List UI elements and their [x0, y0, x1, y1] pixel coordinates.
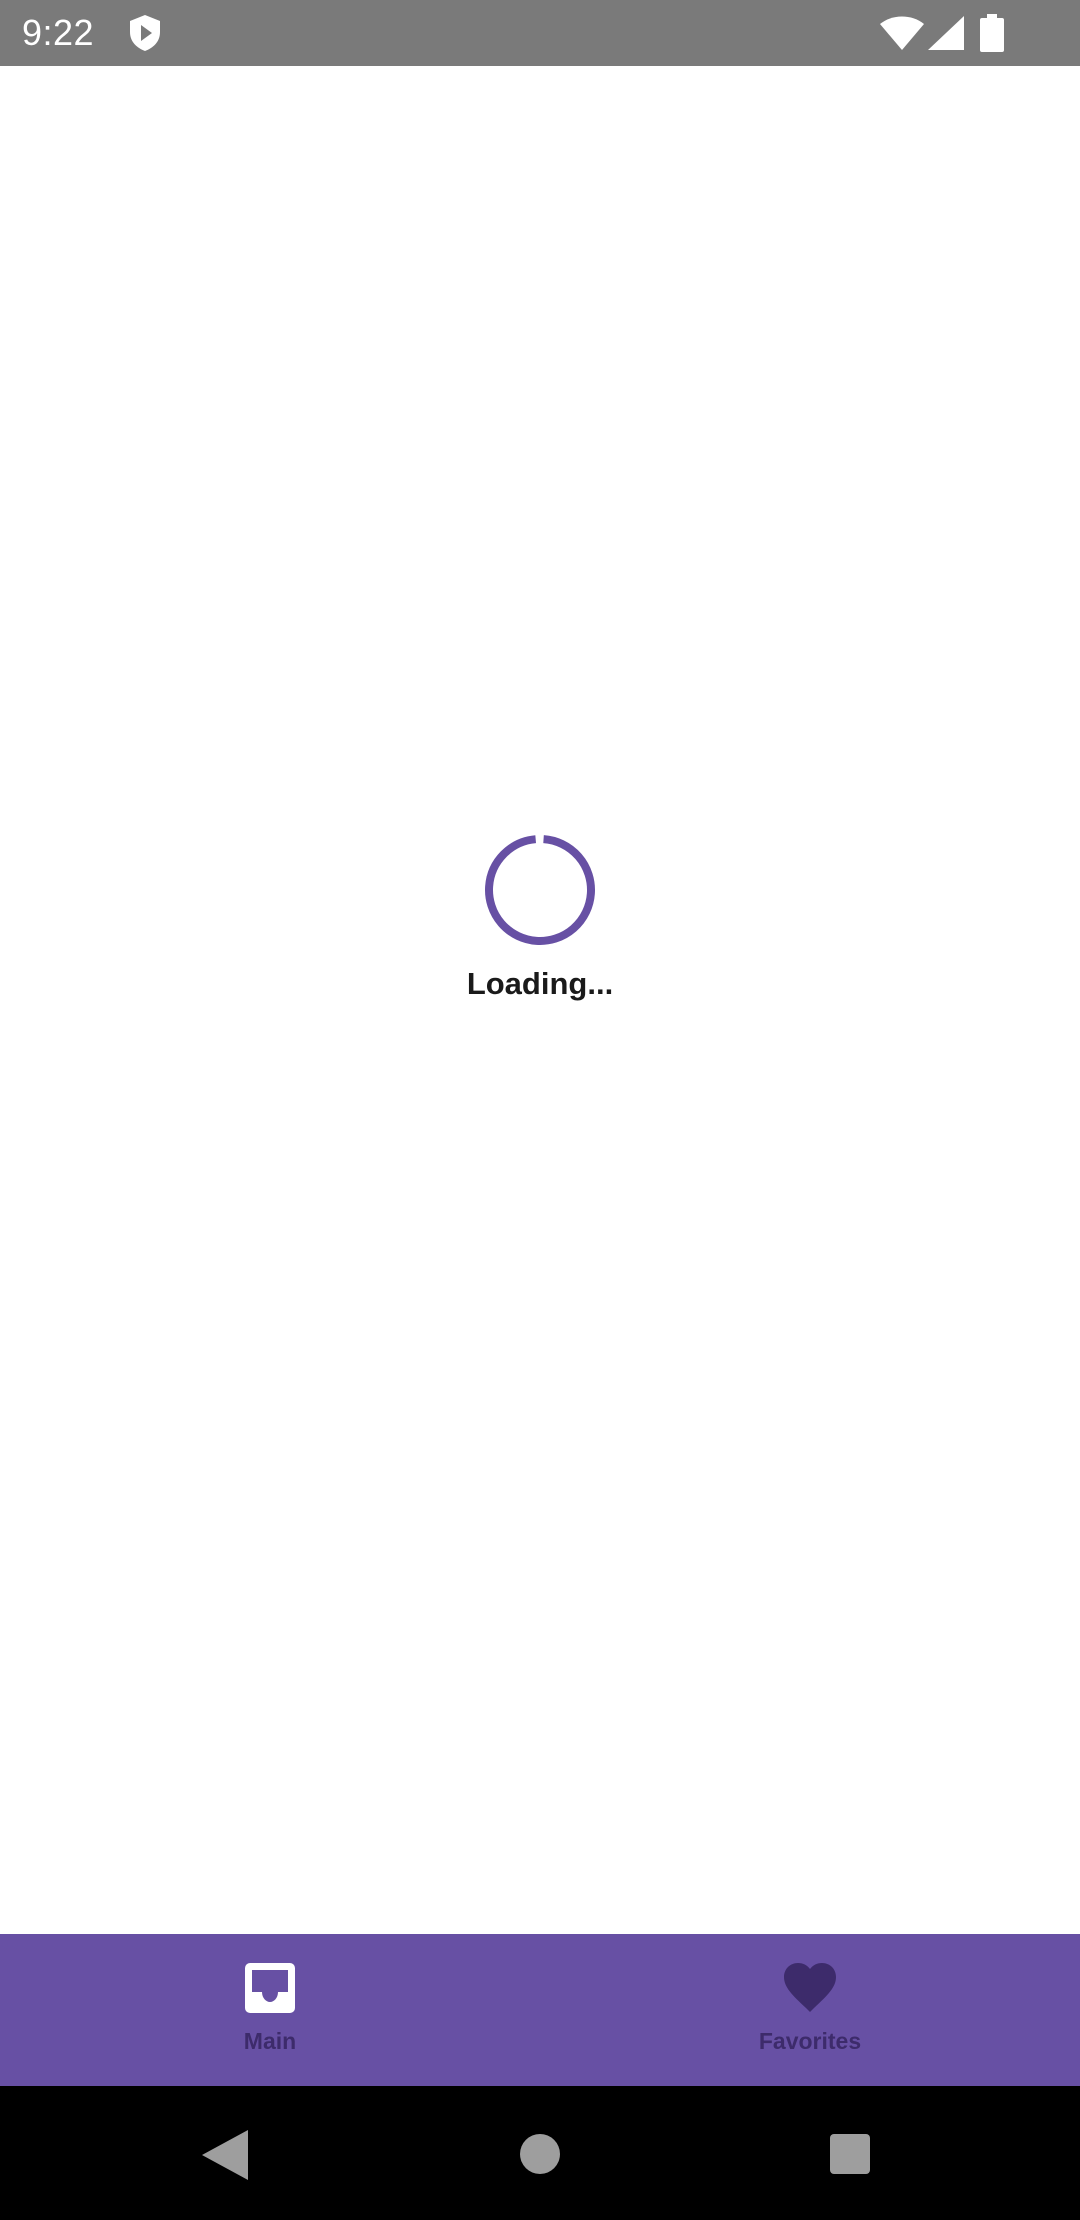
recents-icon[interactable] — [828, 2132, 872, 2176]
nav-item-main[interactable]: Main — [0, 1934, 540, 2086]
wifi-icon — [880, 16, 924, 50]
battery-icon — [980, 14, 1004, 52]
nav-label-favorites: Favorites — [758, 2028, 862, 2054]
system-navigation-bar — [0, 2086, 1080, 2220]
back-icon[interactable] — [202, 2130, 248, 2180]
bottom-navigation: Main Favorites — [0, 1934, 1080, 2086]
inbox-icon — [245, 1963, 295, 2013]
heart-icon — [784, 1963, 836, 2012]
loading-spinner — [485, 835, 595, 946]
nav-item-favorites[interactable]: Favorites — [540, 1934, 1080, 2086]
shield-icon — [130, 15, 160, 51]
nav-label-main: Main — [243, 2028, 297, 2054]
signal-icon — [928, 16, 964, 50]
status-time: 9:22 — [22, 12, 95, 53]
status-bar: 9:22 — [0, 0, 1080, 66]
home-icon[interactable] — [518, 2132, 562, 2176]
loading-text: Loading... — [466, 966, 614, 1001]
